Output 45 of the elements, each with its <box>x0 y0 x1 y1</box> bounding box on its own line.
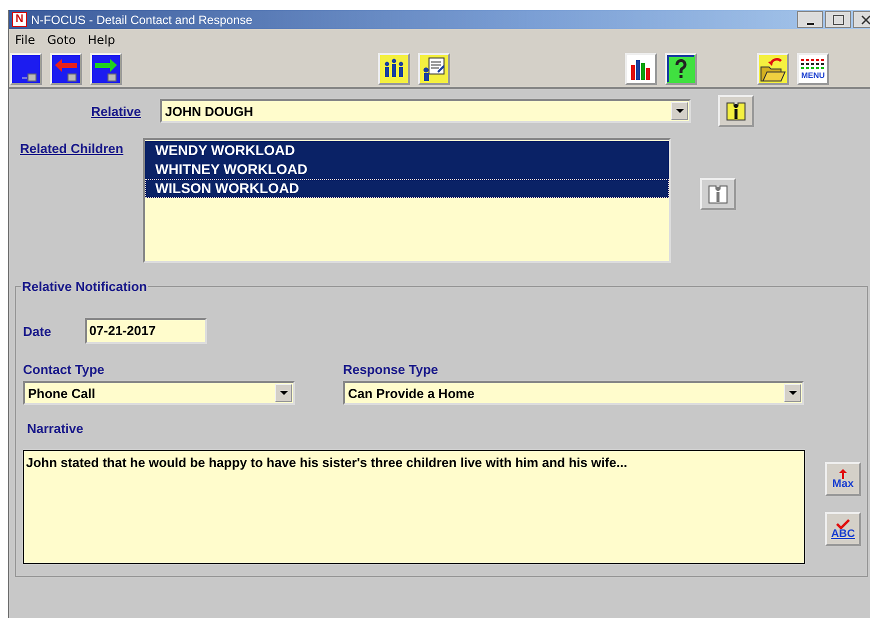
toolbar-button[interactable] <box>757 53 789 85</box>
close-icon <box>860 14 870 26</box>
toolbar-button[interactable] <box>418 53 450 85</box>
narrative-label: Narrative <box>27 421 84 436</box>
document-person-icon <box>420 55 448 83</box>
tool-button[interactable]: ABC <box>825 512 861 546</box>
response-type-dropdown[interactable]: Can Provide a Home <box>343 381 804 405</box>
relative-dropdown[interactable]: JOHN DOUGH <box>160 99 691 123</box>
up-arrow-icon <box>839 468 847 478</box>
dropdown-arrow-button[interactable] <box>275 384 292 402</box>
people-icon <box>380 55 408 83</box>
list-item[interactable]: WENDY WORKLOAD <box>145 141 670 160</box>
group-title: Relative Notification <box>21 279 148 294</box>
toolbar-button[interactable] <box>50 53 82 85</box>
app-logo: N <box>12 12 27 27</box>
toolbar-button[interactable] <box>625 53 657 85</box>
bar-chart-icon <box>627 55 655 83</box>
window-title: N-FOCUS - Detail Contact and Response <box>31 12 252 26</box>
list-item[interactable]: WHITNEY WORKLOAD <box>145 160 670 179</box>
maximize-button[interactable] <box>825 11 851 28</box>
dropdown-arrow-button[interactable] <box>671 102 688 120</box>
toolbar-button[interactable] <box>10 53 42 85</box>
date-field[interactable]: 07-21-2017 <box>85 318 208 344</box>
date-label: Date <box>23 324 52 338</box>
help-icon <box>667 55 695 83</box>
tool-button[interactable]: Max <box>825 462 861 496</box>
page-icon <box>12 55 40 83</box>
menu-item[interactable]: Goto <box>41 33 82 47</box>
narrative-field[interactable]: John stated that he would be happy to have his sister's three children live with him and his wife... <box>23 450 805 564</box>
list-item[interactable]: WILSON WORKLOAD <box>145 179 670 198</box>
person-info-button[interactable] <box>718 95 754 127</box>
toolbar-button[interactable] <box>90 53 122 85</box>
response-type-label: Response Type <box>343 362 440 377</box>
minimize-button[interactable] <box>797 11 823 28</box>
menu-item[interactable]: File <box>9 33 42 47</box>
contact-type-dropdown[interactable]: Phone Call <box>23 381 295 405</box>
menu-item[interactable]: Help <box>82 33 122 47</box>
dropdown-arrow-button[interactable] <box>784 384 801 402</box>
folder-icon <box>759 55 787 83</box>
toolbar-button[interactable] <box>378 53 410 85</box>
check-mark-icon <box>836 518 850 528</box>
contact-type-label: Contact Type <box>23 362 106 377</box>
related-children-label[interactable]: Related Children <box>20 141 124 156</box>
toolbar-button[interactable] <box>665 53 697 85</box>
relative-label[interactable]: Relative <box>9 104 141 118</box>
